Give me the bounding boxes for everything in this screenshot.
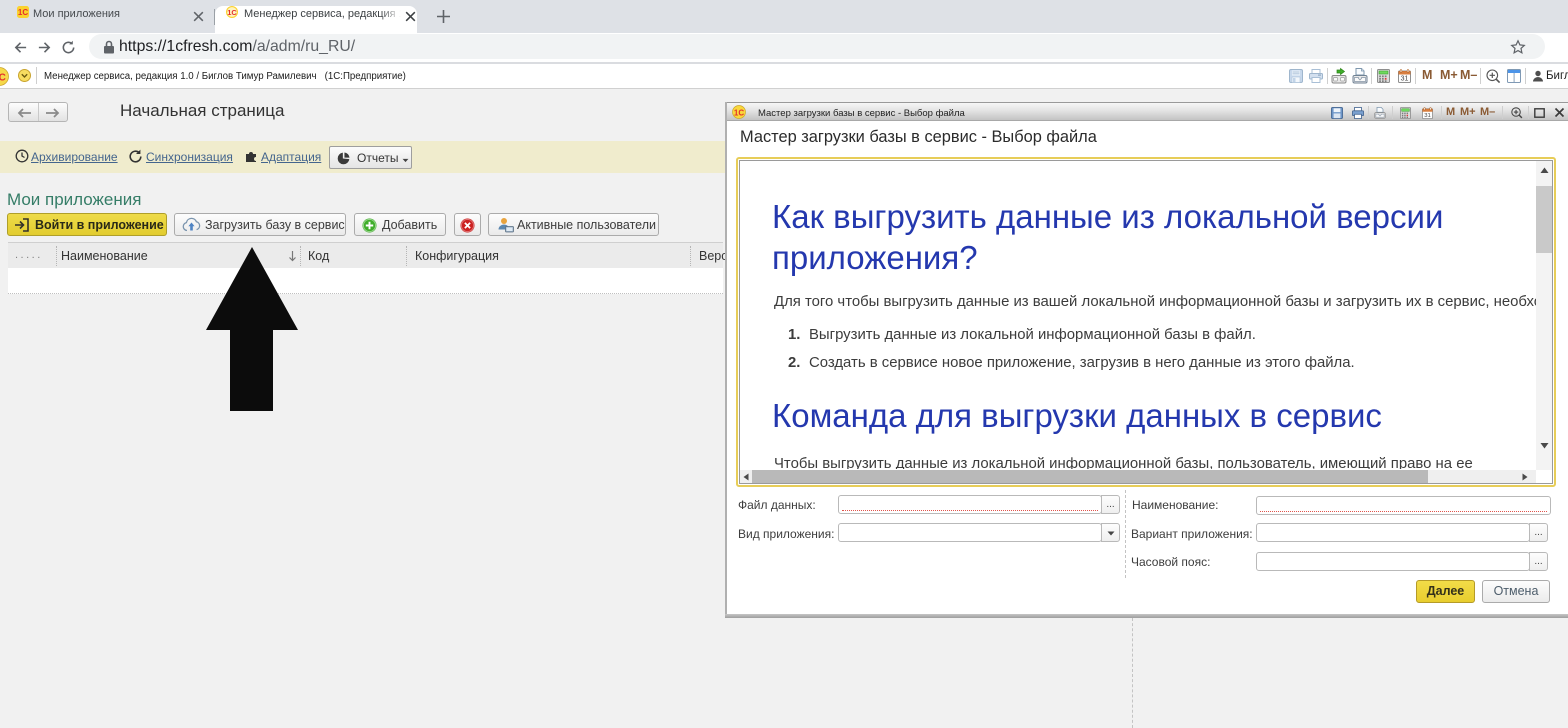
svg-text:1С: 1С [18,8,28,17]
svg-text:1С: 1С [0,73,6,84]
svg-text:1С: 1С [734,109,744,118]
svg-text:1С: 1С [227,8,237,17]
svg-text:31: 31 [1401,76,1409,83]
svg-text:31: 31 [1424,113,1431,119]
